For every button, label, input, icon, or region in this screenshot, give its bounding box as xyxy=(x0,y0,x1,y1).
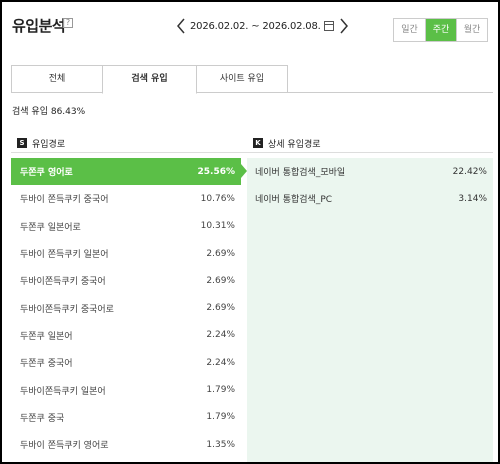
date-navigator: 2026.02.02. ~ 2026.02.08. xyxy=(175,16,350,36)
period-toggle: 일간 주간 월간 xyxy=(393,18,488,42)
date-range-label: 2026.02.02. ~ 2026.02.08. xyxy=(190,20,321,32)
inflow-source-list: 두쫀쿠 영어로 25.56% 두바이 쫀득쿠키 중국어 10.76% 두쫀쿠 일본어… xyxy=(11,158,247,458)
period-monthly-button[interactable]: 월간 xyxy=(456,19,487,41)
list-item[interactable]: 두쫀쿠 중국어 2.24% xyxy=(11,349,241,376)
list-item[interactable]: 두바이쫀득쿠키 중국어 2.69% xyxy=(11,267,241,294)
tab-search-inflow[interactable]: 검색 유입 xyxy=(102,65,197,94)
list-item-label: 두쫀쿠 중국 xyxy=(20,413,65,424)
list-item-value: 2.69% xyxy=(206,303,235,314)
list-item-label: 두쫀쿠 영어로 xyxy=(20,168,73,179)
list-item-value: 2.24% xyxy=(206,330,235,341)
detail-path-title: 상세 유입경로 xyxy=(268,139,321,150)
tab-site-inflow[interactable]: 사이트 유입 xyxy=(196,65,288,93)
list-item[interactable]: 두바이쫀득쿠키 일본어 1.79% xyxy=(11,376,241,403)
list-item-value: 1.79% xyxy=(206,412,235,423)
list-item-label: 두바이 쫀득쿠키 중국어 xyxy=(20,195,109,206)
list-item-label: 두쫀쿠 중국어 xyxy=(20,359,73,370)
search-badge-icon: S xyxy=(17,138,27,148)
period-weekly-button[interactable]: 주간 xyxy=(425,19,456,41)
detail-row: 네이버 통합검색_모바일 22.42% xyxy=(247,158,493,185)
list-item[interactable]: 두쫀쿠 영어로 25.56% xyxy=(11,158,247,186)
list-item-label: 두바이쫀득쿠키 중국어로 xyxy=(20,304,114,315)
detail-row-label: 네이버 통합검색_모바일 xyxy=(255,168,346,179)
section-divider xyxy=(11,152,493,153)
detail-path-header: K 상세 유입경로 xyxy=(253,135,321,151)
detail-row-label: 네이버 통합검색_PC xyxy=(255,195,333,206)
list-item-value: 1.35% xyxy=(206,439,235,450)
list-item-value: 10.76% xyxy=(200,193,235,204)
list-item[interactable]: 두바이 쫀득쿠키 중국어 10.76% xyxy=(11,185,241,212)
period-daily-button[interactable]: 일간 xyxy=(394,19,425,41)
window-frame: 유입분석 ? 2026.02.02. ~ 2026.02.08. 일간 주간 월… xyxy=(0,0,500,464)
search-inflow-summary: 검색 유입 86.43% xyxy=(12,107,86,117)
detail-row-value: 22.42% xyxy=(452,166,487,177)
keyword-badge-icon: K xyxy=(253,138,263,148)
inflow-path-header: S 유입경로 xyxy=(17,135,65,151)
list-item-label: 두바이쫀득쿠키 일본어 xyxy=(20,386,106,397)
help-icon[interactable]: ? xyxy=(63,18,73,28)
list-item-value: 25.56% xyxy=(197,166,236,177)
list-item-value: 2.24% xyxy=(206,357,235,368)
list-item-label: 두쫀쿠 일본어로 xyxy=(20,222,81,233)
calendar-icon[interactable] xyxy=(323,21,334,31)
list-item-label: 두바이쫀득쿠키 중국어 xyxy=(20,277,106,288)
list-item-value: 2.69% xyxy=(206,275,235,286)
list-item[interactable]: 두쫀쿠 일본어 2.24% xyxy=(11,322,241,349)
list-item[interactable]: 두바이 쫀득쿠키 영어로 1.35% xyxy=(11,431,241,458)
list-item[interactable]: 두쫀쿠 중국 1.79% xyxy=(11,404,241,431)
list-item[interactable]: 두바이쫀득쿠키 중국어로 2.69% xyxy=(11,294,241,321)
inflow-path-title: 유입경로 xyxy=(32,139,66,150)
list-item-value: 2.69% xyxy=(206,248,235,259)
list-item[interactable]: 두쫀쿠 일본어로 10.31% xyxy=(11,213,241,240)
tab-bar: 전체 사이트 유입 검색 유입 xyxy=(11,65,493,94)
page-title: 유입분석 xyxy=(12,17,66,35)
list-item-value: 1.79% xyxy=(206,385,235,396)
detail-row: 네이버 통합검색_PC 3.14% xyxy=(247,185,493,212)
tab-all[interactable]: 전체 xyxy=(11,65,103,93)
list-item[interactable]: 두바이 쫀득쿠키 일본어 2.69% xyxy=(11,240,241,267)
list-item-label: 두바이 쫀득쿠키 일본어 xyxy=(20,250,109,261)
list-item-label: 두바이 쫀득쿠키 영어로 xyxy=(20,441,109,452)
detail-row-value: 3.14% xyxy=(458,193,487,204)
chevron-right-icon[interactable] xyxy=(338,16,350,36)
list-item-value: 10.31% xyxy=(200,221,235,232)
detail-panel: 네이버 통합검색_모바일 22.42% 네이버 통합검색_PC 3.14% xyxy=(247,158,493,462)
chevron-left-icon[interactable] xyxy=(175,16,187,36)
list-item-label: 두쫀쿠 일본어 xyxy=(20,331,73,342)
